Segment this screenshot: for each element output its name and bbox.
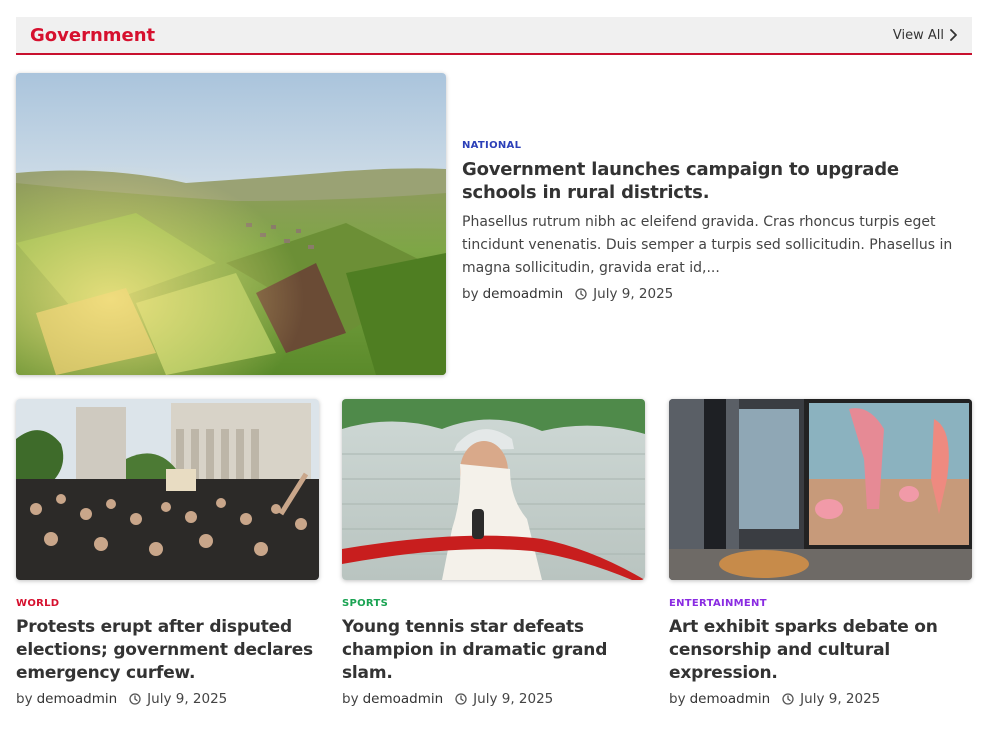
sports-category[interactable]: SPORTS — [342, 598, 645, 609]
clock-icon — [575, 288, 587, 300]
article-card-entertainment: ENTERTAINMENT Art exhibit sparks debate … — [669, 399, 972, 707]
by-label: by — [462, 286, 479, 302]
chevron-right-icon — [950, 29, 957, 41]
entertainment-article-image[interactable] — [669, 399, 972, 580]
section-title: Government — [30, 24, 156, 46]
article-card-world: WORLD Protests erupt after disputed elec… — [16, 399, 319, 707]
by-label: by — [16, 691, 33, 707]
sports-headline[interactable]: Young tennis star defeats champion in dr… — [342, 616, 645, 685]
featured-article: NATIONAL Government launches campaign to… — [462, 140, 972, 302]
entertainment-headline[interactable]: Art exhibit sparks debate on censorship … — [669, 616, 972, 685]
author-link[interactable]: demoadmin — [483, 286, 564, 302]
author-link[interactable]: demoadmin — [37, 691, 118, 707]
post-date: July 9, 2025 — [593, 286, 674, 302]
sports-meta: by demoadmin July 9, 2025 — [342, 691, 645, 707]
view-all-label: View All — [892, 27, 944, 43]
post-date: July 9, 2025 — [147, 691, 228, 707]
author-link[interactable]: demoadmin — [690, 691, 771, 707]
featured-image[interactable] — [16, 73, 446, 375]
entertainment-meta: by demoadmin July 9, 2025 — [669, 691, 972, 707]
featured-meta: by demoadmin July 9, 2025 — [462, 286, 972, 302]
featured-category[interactable]: NATIONAL — [462, 140, 972, 151]
world-article-image[interactable] — [16, 399, 319, 580]
world-headline[interactable]: Protests erupt after disputed elections;… — [16, 616, 319, 685]
section-header: Government View All — [16, 17, 972, 55]
featured-excerpt: Phasellus rutrum nibh ac eleifend gravid… — [462, 214, 953, 276]
by-label: by — [669, 691, 686, 707]
sports-article-image[interactable] — [342, 399, 645, 580]
author-link[interactable]: demoadmin — [363, 691, 444, 707]
view-all-link[interactable]: View All — [893, 28, 958, 43]
featured-headline[interactable]: Government launches campaign to upgrade … — [462, 158, 972, 204]
article-card-sports: SPORTS Young tennis star defeats champio… — [342, 399, 645, 707]
entertainment-category[interactable]: ENTERTAINMENT — [669, 598, 972, 609]
clock-icon — [782, 693, 794, 705]
clock-icon — [455, 693, 467, 705]
clock-icon — [129, 693, 141, 705]
by-label: by — [342, 691, 359, 707]
world-meta: by demoadmin July 9, 2025 — [16, 691, 319, 707]
world-category[interactable]: WORLD — [16, 598, 319, 609]
post-date: July 9, 2025 — [800, 691, 881, 707]
post-date: July 9, 2025 — [473, 691, 554, 707]
